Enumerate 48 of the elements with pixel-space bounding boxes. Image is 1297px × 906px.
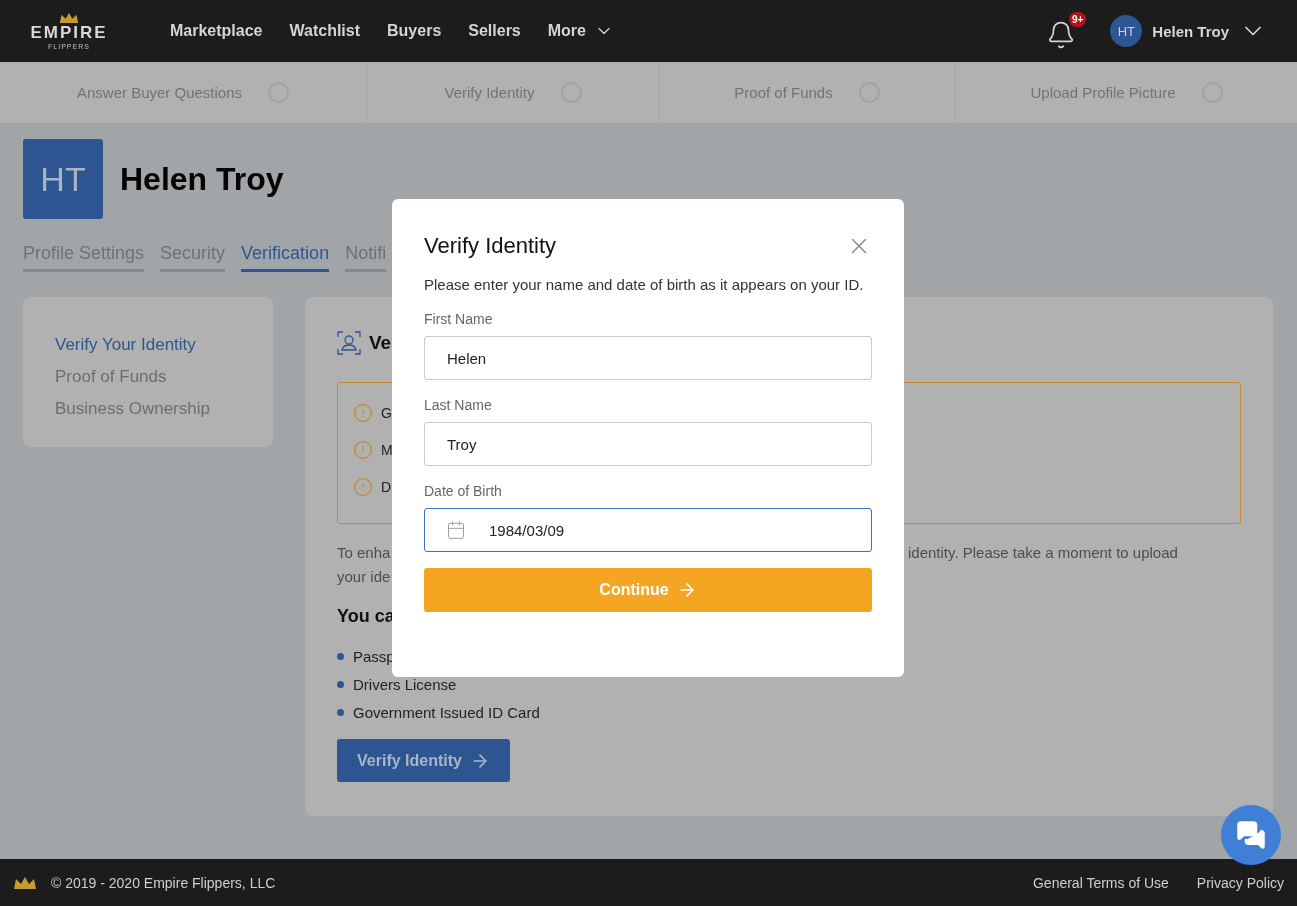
field-label: Date of Birth — [424, 483, 503, 499]
profile-name: Helen Troy — [120, 160, 284, 198]
notifications-button[interactable]: 9+ — [1046, 12, 1087, 50]
input-field[interactable]: Troy — [424, 422, 872, 466]
alert-text: M — [381, 442, 393, 458]
alert-icon — [353, 403, 373, 423]
bullet-icon — [337, 653, 344, 661]
intro-text: your ide — [337, 568, 391, 586]
step-label: Upload Profile Picture — [1030, 84, 1176, 101]
footer-link[interactable]: Privacy Policy — [1196, 874, 1284, 891]
step-label: Answer Buyer Questions — [76, 84, 243, 101]
field-label: Last Name — [424, 397, 493, 413]
date-field[interactable]: 1984/03/09 — [424, 508, 872, 552]
footer-link[interactable]: General Terms of Use — [1032, 874, 1169, 891]
verify-identity-button[interactable]: Verify Identity — [337, 739, 510, 782]
step-label: Verify Identity — [444, 84, 535, 101]
copyright-text: © 2019 - 2020 Empire Flippers, LLC — [51, 874, 277, 891]
calendar-icon — [446, 520, 466, 540]
nav-link[interactable]: Watchlist — [289, 22, 361, 40]
step-label: Proof of Funds — [734, 84, 833, 101]
alert-icon — [353, 440, 373, 460]
field-label: First Name — [424, 311, 494, 327]
crown-icon — [13, 875, 37, 890]
nav-link[interactable]: Sellers — [468, 22, 521, 40]
nav-link[interactable]: More — [547, 21, 614, 41]
document-item: Drivers License — [353, 676, 457, 694]
crown-icon — [59, 11, 79, 24]
document-item: Government Issued ID Card — [353, 704, 540, 722]
bullet-icon — [337, 709, 344, 717]
alert-text: D — [381, 479, 392, 495]
user-avatar[interactable]: HT — [1110, 15, 1143, 47]
dialog-description: Please enter your name and date of birth as it appears on your ID. — [424, 275, 865, 295]
alert-text: G — [381, 405, 392, 421]
alert-icon — [353, 477, 373, 497]
section-title: Ve — [369, 332, 392, 354]
input-field[interactable]: Helen — [424, 336, 872, 380]
notification-badge: 9+ — [1068, 12, 1087, 27]
person-frame-icon — [337, 331, 361, 355]
logo-name: EMPIRE — [30, 23, 108, 42]
intro-text: To enha — [337, 544, 391, 562]
user-name[interactable]: Helen Troy — [1152, 22, 1229, 40]
profile-avatar: HT — [23, 139, 103, 219]
chat-icon — [1236, 820, 1266, 850]
intro-text: identity. Please take a moment to upload — [908, 544, 1178, 563]
dialog-title: Verify Identity — [424, 233, 557, 259]
bullet-icon — [337, 681, 344, 689]
nav-link[interactable]: Marketplace — [170, 22, 263, 40]
nav-link[interactable]: Buyers — [387, 22, 442, 40]
